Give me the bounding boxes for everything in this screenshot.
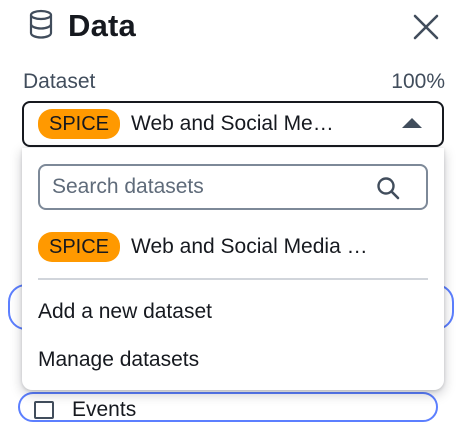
panel-title: Data	[68, 8, 136, 43]
manage-datasets-button[interactable]: Manage datasets	[38, 348, 199, 372]
spice-badge: SPICE	[38, 232, 121, 262]
dataset-option[interactable]: SPICE Web and Social Media …	[38, 232, 368, 262]
dataset-dropdown: Search datasets SPICE Web and Social Med…	[22, 148, 444, 390]
search-icon	[376, 176, 400, 206]
spice-badge: SPICE	[38, 109, 121, 139]
tag-icon	[34, 401, 54, 419]
divider	[38, 278, 428, 280]
search-datasets-input[interactable]: Search datasets	[38, 164, 428, 210]
dataset-label-row: Dataset 100%	[23, 70, 445, 94]
panel-header: Data	[28, 6, 136, 46]
search-placeholder: Search datasets	[52, 175, 204, 198]
dataset-select[interactable]: SPICE Web and Social Me…	[22, 101, 444, 147]
selected-dataset-name: Web and Social Me…	[131, 112, 334, 135]
add-dataset-button[interactable]: Add a new dataset	[38, 300, 212, 324]
dataset-option-name: Web and Social Media …	[131, 235, 368, 258]
spice-usage: 100%	[391, 70, 445, 93]
close-icon[interactable]	[412, 13, 440, 41]
background-field-events[interactable]: Events	[18, 392, 438, 422]
dataset-label: Dataset	[23, 70, 96, 93]
caret-up-icon	[402, 118, 422, 128]
events-label: Events	[72, 398, 137, 421]
database-icon	[28, 9, 54, 44]
